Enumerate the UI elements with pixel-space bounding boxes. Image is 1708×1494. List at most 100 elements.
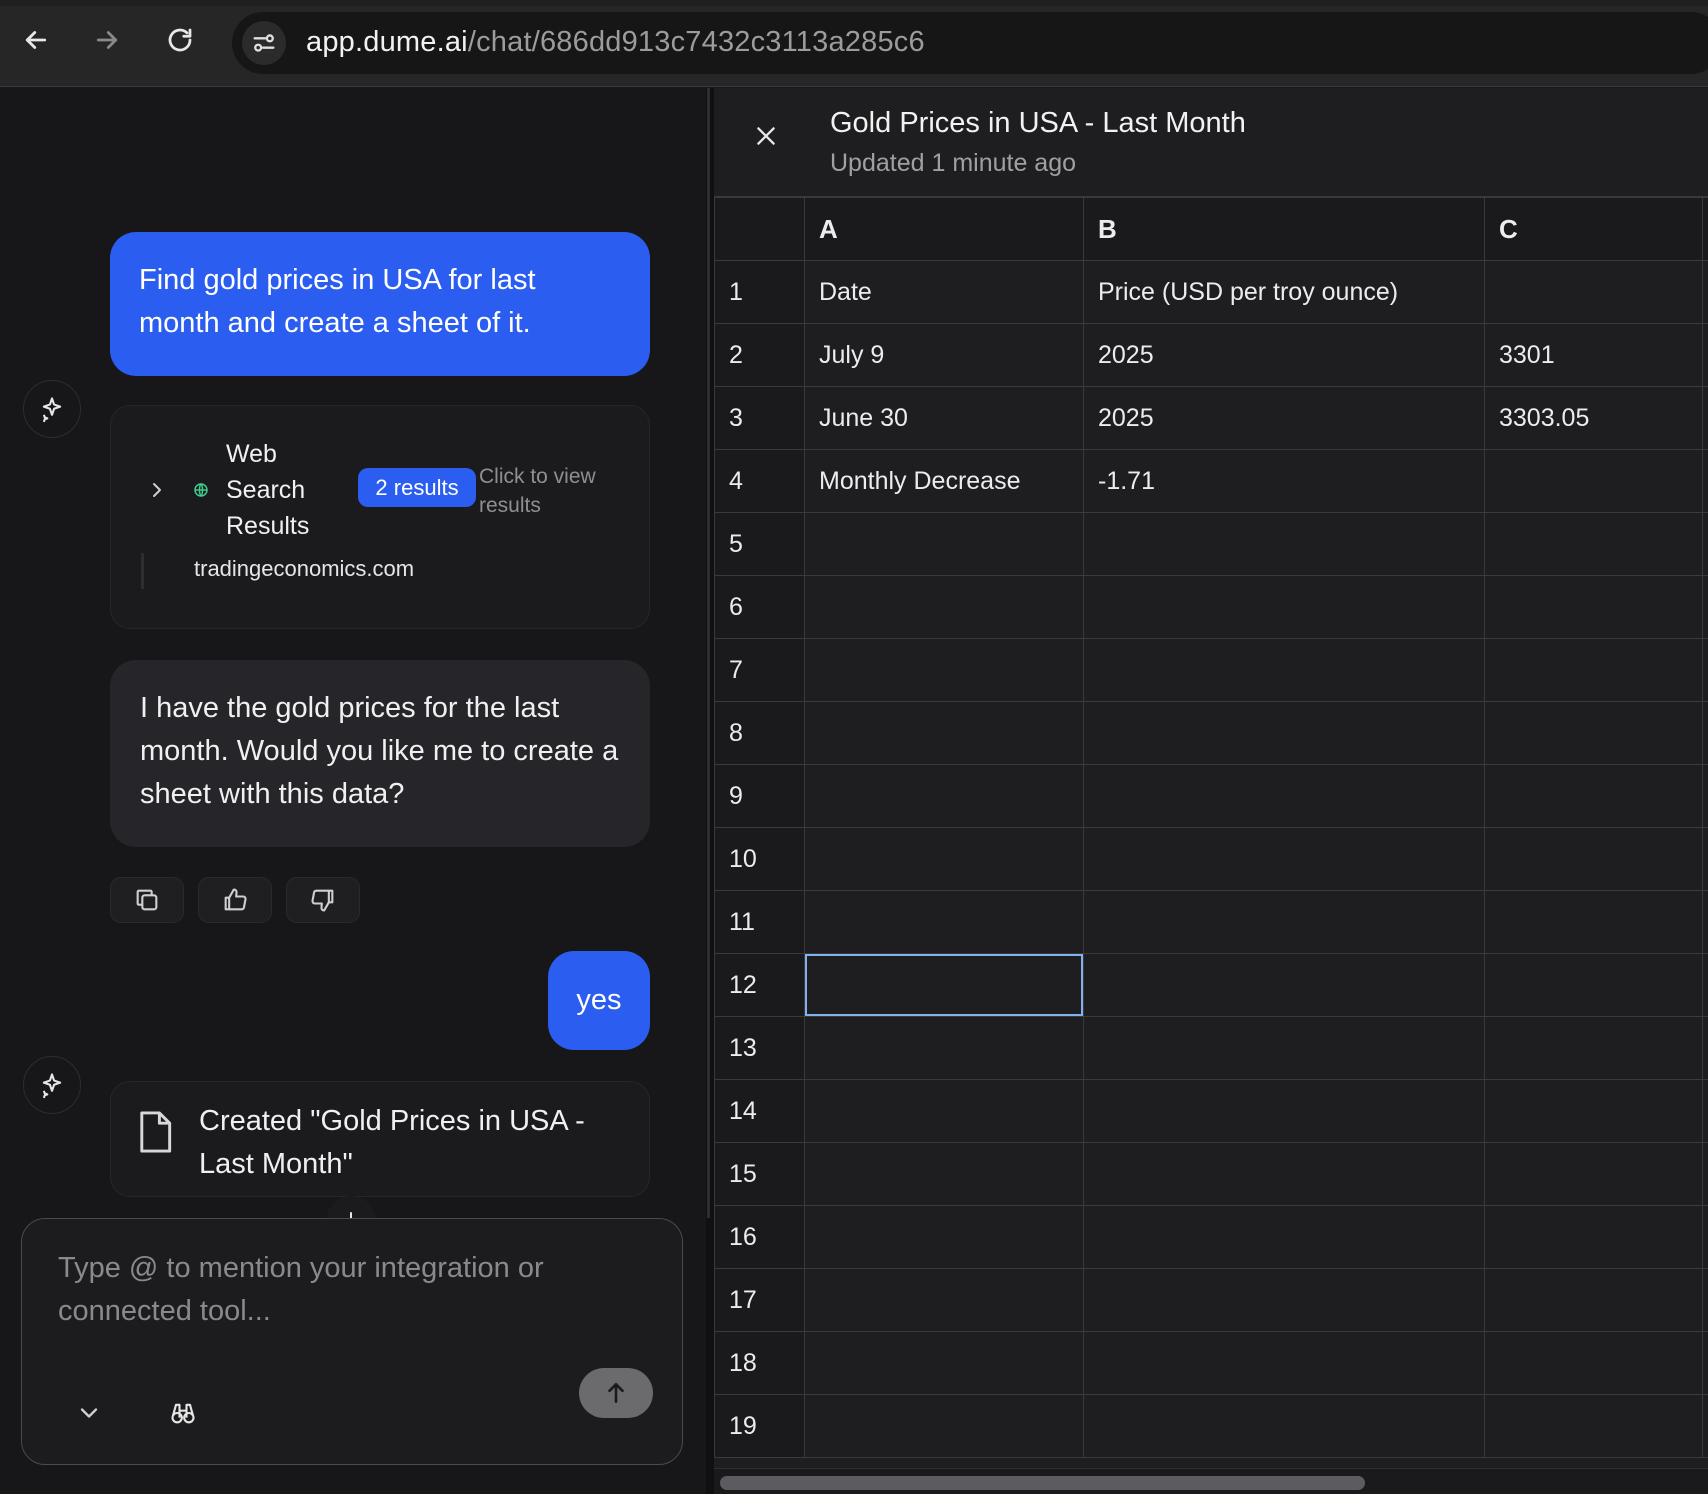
cell-a[interactable] <box>804 638 1084 702</box>
cell-c[interactable] <box>1484 638 1703 702</box>
cell-c[interactable] <box>1484 449 1703 513</box>
column-header-c[interactable]: C <box>1484 197 1703 261</box>
cell-c[interactable] <box>1484 1205 1703 1269</box>
row-number[interactable]: 13 <box>714 1016 805 1080</box>
row-number[interactable]: 1 <box>714 260 805 324</box>
cell-d[interactable] <box>1702 953 1708 1017</box>
cell-c[interactable] <box>1484 953 1703 1017</box>
cell-b[interactable] <box>1083 1394 1485 1458</box>
cell-b[interactable]: 2025 <box>1083 323 1485 387</box>
cell-d[interactable] <box>1702 1331 1708 1395</box>
address-bar[interactable]: app.dume.ai/chat/686dd913c7432c3113a285c… <box>232 12 1708 74</box>
cell-a[interactable] <box>804 827 1084 891</box>
cell-b[interactable] <box>1083 1079 1485 1143</box>
forward-button[interactable] <box>85 18 129 62</box>
row-number[interactable]: 12 <box>714 953 805 1017</box>
row-number[interactable]: 16 <box>714 1205 805 1269</box>
close-sheet-button[interactable] <box>744 114 788 158</box>
cell-d[interactable] <box>1702 764 1708 828</box>
cell-b[interactable] <box>1083 1268 1485 1332</box>
column-header-d[interactable] <box>1702 197 1708 261</box>
cell-b[interactable] <box>1083 890 1485 954</box>
cell-d[interactable] <box>1702 1079 1708 1143</box>
row-number[interactable]: 11 <box>714 890 805 954</box>
row-number[interactable]: 5 <box>714 512 805 576</box>
cell-a[interactable] <box>804 512 1084 576</box>
cell-d[interactable] <box>1702 512 1708 576</box>
cell-b[interactable] <box>1083 1142 1485 1206</box>
row-number[interactable]: 14 <box>714 1079 805 1143</box>
cell-a[interactable] <box>804 953 1084 1017</box>
cell-a[interactable] <box>804 890 1084 954</box>
cell-a[interactable] <box>804 701 1084 765</box>
created-sheet-card[interactable]: Created "Gold Prices in USA - Last Month… <box>110 1081 650 1197</box>
cell-c[interactable] <box>1484 1079 1703 1143</box>
cell-b[interactable] <box>1083 701 1485 765</box>
cell-c[interactable] <box>1484 890 1703 954</box>
cell-b[interactable] <box>1083 1331 1485 1395</box>
cell-a[interactable] <box>804 575 1084 639</box>
row-number[interactable]: 4 <box>714 449 805 513</box>
cell-d[interactable] <box>1702 701 1708 765</box>
scrollbar-thumb[interactable] <box>720 1476 1365 1490</box>
panel-resize-handle[interactable] <box>706 88 714 1494</box>
cell-c[interactable] <box>1484 827 1703 891</box>
send-button[interactable] <box>579 1368 653 1418</box>
row-number[interactable]: 7 <box>714 638 805 702</box>
cell-b[interactable] <box>1083 575 1485 639</box>
url-text[interactable]: app.dume.ai/chat/686dd913c7432c3113a285c… <box>306 26 925 59</box>
site-settings-button[interactable] <box>242 21 286 65</box>
cell-d[interactable] <box>1702 575 1708 639</box>
cell-d[interactable] <box>1702 449 1708 513</box>
cell-c[interactable] <box>1484 1142 1703 1206</box>
column-header-b[interactable]: B <box>1083 197 1485 261</box>
horizontal-scrollbar[interactable] <box>714 1468 1708 1494</box>
cell-d[interactable] <box>1702 1016 1708 1080</box>
cell-c[interactable]: 3301 <box>1484 323 1703 387</box>
reload-button[interactable] <box>158 18 202 62</box>
cell-c[interactable] <box>1484 764 1703 828</box>
cell-d[interactable] <box>1702 1394 1708 1458</box>
cell-d[interactable] <box>1702 1205 1708 1269</box>
options-dropdown-button[interactable] <box>52 1384 126 1442</box>
research-button[interactable] <box>146 1384 220 1442</box>
thumbs-up-button[interactable] <box>198 877 272 923</box>
row-number[interactable]: 17 <box>714 1268 805 1332</box>
select-all-corner[interactable] <box>714 197 805 261</box>
cell-c[interactable] <box>1484 1394 1703 1458</box>
cell-d[interactable] <box>1702 638 1708 702</box>
cell-a[interactable] <box>804 1016 1084 1080</box>
thumbs-down-button[interactable] <box>286 877 360 923</box>
row-number[interactable]: 8 <box>714 701 805 765</box>
row-number[interactable]: 19 <box>714 1394 805 1458</box>
view-results-hint[interactable]: Click to view results <box>479 462 639 520</box>
cell-a[interactable]: Date <box>804 260 1084 324</box>
cell-d[interactable] <box>1702 260 1708 324</box>
cell-a[interactable] <box>804 1268 1084 1332</box>
cell-b[interactable] <box>1083 953 1485 1017</box>
row-number[interactable]: 3 <box>714 386 805 450</box>
cell-b[interactable] <box>1083 1016 1485 1080</box>
cell-a[interactable] <box>804 1142 1084 1206</box>
row-number[interactable]: 18 <box>714 1331 805 1395</box>
cell-c[interactable] <box>1484 512 1703 576</box>
cell-b[interactable]: 2025 <box>1083 386 1485 450</box>
cell-b[interactable] <box>1083 1205 1485 1269</box>
back-button[interactable] <box>14 18 58 62</box>
row-number[interactable]: 6 <box>714 575 805 639</box>
chevron-right-icon[interactable] <box>145 478 169 502</box>
cell-d[interactable] <box>1702 323 1708 387</box>
cell-c[interactable] <box>1484 1268 1703 1332</box>
copy-button[interactable] <box>110 877 184 923</box>
cell-b[interactable] <box>1083 764 1485 828</box>
column-header-a[interactable]: A <box>804 197 1084 261</box>
cell-c[interactable] <box>1484 1331 1703 1395</box>
cell-a[interactable] <box>804 1331 1084 1395</box>
web-search-card[interactable]: Web Search Results 2 results Click to vi… <box>110 405 650 629</box>
cell-a[interactable] <box>804 1205 1084 1269</box>
cell-b[interactable] <box>1083 638 1485 702</box>
cell-d[interactable] <box>1702 1268 1708 1332</box>
cell-a[interactable] <box>804 1079 1084 1143</box>
row-number[interactable]: 15 <box>714 1142 805 1206</box>
cell-c[interactable] <box>1484 701 1703 765</box>
